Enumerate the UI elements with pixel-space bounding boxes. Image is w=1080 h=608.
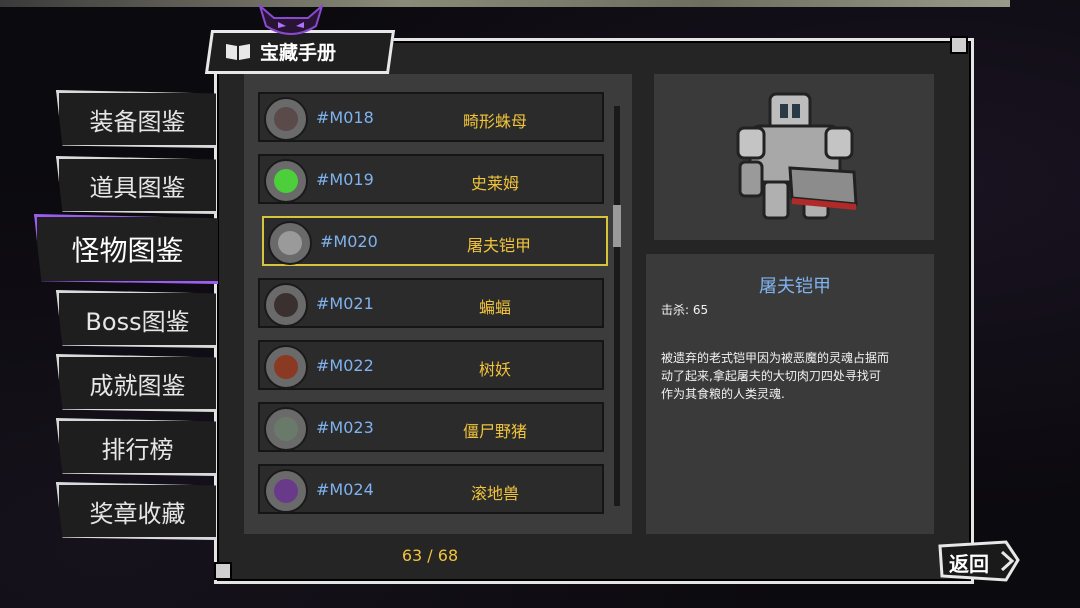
avatar-fill: [274, 479, 298, 503]
monster-name: 僵尸野猪: [462, 422, 527, 441]
monster-name: 滚地兽: [470, 484, 519, 503]
butcher-armor-image: [736, 92, 858, 220]
monster-name: 畸形蛛母: [462, 112, 527, 131]
boar-icon: [264, 407, 308, 451]
monster-row[interactable]: #M019 史莱姆: [258, 154, 604, 204]
monster-row[interactable]: #M020 屠夫铠甲: [262, 216, 608, 266]
page-indicator: 63 / 68: [401, 546, 459, 565]
avatar-fill: [274, 107, 298, 131]
monster-code: #M018: [316, 108, 374, 127]
book-icon: [226, 44, 250, 60]
monster-name: 树妖: [478, 360, 511, 379]
avatar-fill: [274, 293, 298, 317]
kill-count: 击杀: 65: [661, 303, 709, 317]
description-line: 动了起来,拿起屠夫的大切肉刀四处寻找可: [661, 369, 881, 383]
top-strip: [0, 0, 1010, 7]
monster-code: #M021: [316, 294, 374, 313]
bat-icon: [264, 283, 308, 327]
window-corner-tr: [950, 36, 968, 54]
monster-row[interactable]: #M022 树妖: [258, 340, 604, 390]
sidebar-tab[interactable]: 道具图鉴: [56, 156, 216, 214]
treant-icon: [264, 345, 308, 389]
avatar-fill: [274, 417, 298, 441]
monster-detail-name: 屠夫铠甲: [759, 276, 831, 297]
description-line: 作为其食粮的人类灵魂.: [661, 387, 785, 401]
monster-name: 史莱姆: [470, 174, 519, 193]
description-line: 被遗弃的老式铠甲因为被恶魔的灵魂占据而: [661, 351, 890, 365]
demon-head-icon: [258, 4, 324, 35]
sidebar-tab[interactable]: 排行榜: [56, 418, 216, 476]
back-button-label[interactable]: 返回: [949, 548, 989, 577]
window-corner-bl: [214, 562, 232, 580]
sidebar-tab[interactable]: Boss图鉴: [56, 290, 216, 348]
window-title: 宝藏手册: [260, 42, 337, 64]
spider-icon: [264, 97, 308, 141]
monster-row[interactable]: #M024 滚地兽: [258, 464, 604, 514]
armor-icon: [268, 221, 312, 265]
sidebar-tab[interactable]: 成就图鉴: [56, 354, 216, 412]
avatar-fill: [274, 355, 298, 379]
monster-code: #M020: [320, 232, 378, 251]
sidebar-tab[interactable]: 怪物图鉴: [34, 214, 218, 284]
monster-row[interactable]: #M018 畸形蛛母: [258, 92, 604, 142]
avatar-fill: [274, 169, 298, 193]
monster-description: 被遗弃的老式铠甲因为被恶魔的灵魂占据而 动了起来,拿起屠夫的大切肉刀四处寻找可 …: [661, 349, 931, 403]
sidebar-tab[interactable]: 装备图鉴: [56, 90, 216, 148]
scrollbar-track[interactable]: [614, 106, 620, 506]
avatar-fill: [278, 231, 302, 255]
monster-code: #M019: [316, 170, 374, 189]
monster-name: 屠夫铠甲: [466, 236, 531, 255]
slime-icon: [264, 159, 308, 203]
monster-code: #M024: [316, 480, 374, 499]
monster-code: #M023: [316, 418, 374, 437]
monster-row[interactable]: #M021 蝙蝠: [258, 278, 604, 328]
scrollbar-thumb[interactable]: [613, 205, 621, 247]
monster-row[interactable]: #M023 僵尸野猪: [258, 402, 604, 452]
sidebar-tab[interactable]: 奖章收藏: [56, 482, 216, 540]
monster-name: 蝙蝠: [478, 298, 511, 317]
monster-code: #M022: [316, 356, 374, 375]
beast-icon: [264, 469, 308, 513]
